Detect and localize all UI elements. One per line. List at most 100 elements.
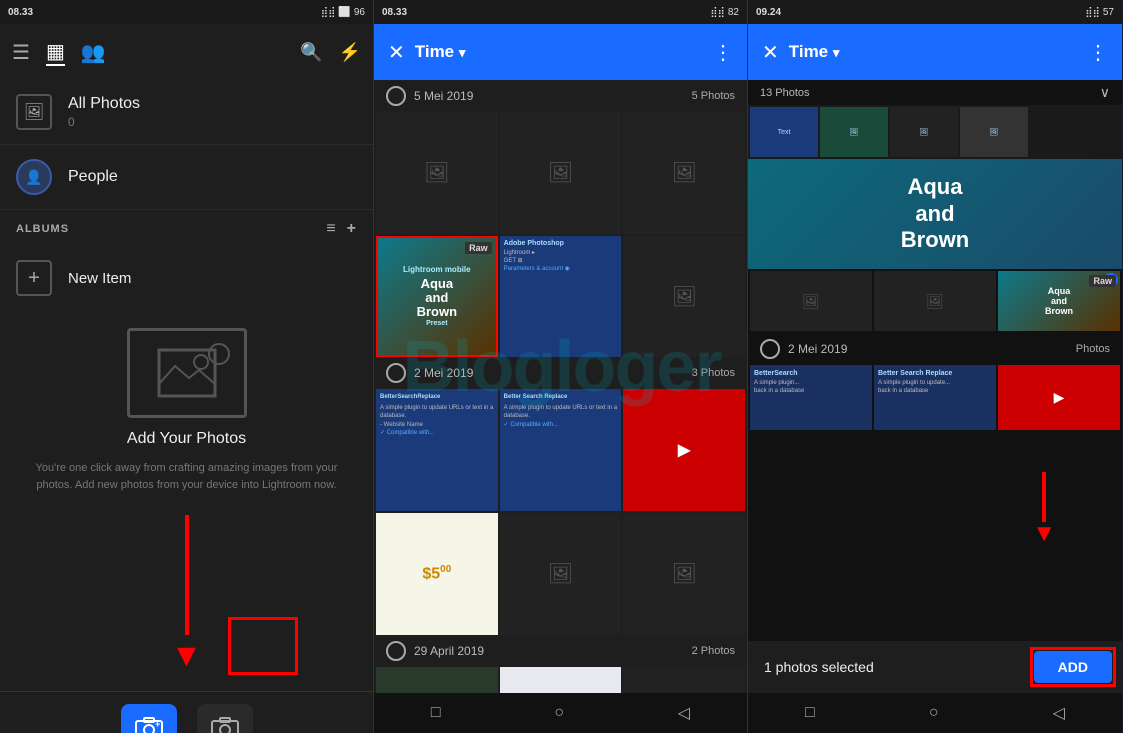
red-box-add: ADD — [1030, 647, 1116, 687]
section-5mei: 5 Mei 2019 5 Photos — [374, 80, 747, 112]
signal-icon-3: ⣾⣾ — [1085, 7, 1100, 18]
photo-cell-youtube[interactable]: ▶ — [623, 389, 745, 511]
thumb-2[interactable]: 🖼 — [820, 107, 888, 157]
panel-lightroom: 08.33 ⣾⣾ ⬜ 96 ☰ ▦ 👥 🔍 ⚡ 🖼 All Photos 0 👤… — [0, 0, 374, 733]
section-date-2mei-3: 2 Mei 2019 — [788, 342, 847, 356]
photo-cell-text3[interactable]: 🖼 — [623, 513, 745, 635]
back-nav-icon-2[interactable]: ◁ — [678, 703, 690, 723]
photo-grid-5mei: 🖼 🖼 🖼 Lightroom mobile AquaandBrown Pres… — [374, 112, 747, 357]
battery-1: 96 — [354, 7, 365, 18]
section-check-2mei[interactable] — [386, 363, 406, 383]
photo-cell-text2[interactable]: 🖼 — [500, 513, 622, 635]
bottom-grid-3: BetterSearch A simple plugin... back in … — [748, 365, 1122, 432]
photo-cell[interactable]: 🖼 — [376, 112, 498, 234]
close-button-3[interactable]: ✕ — [762, 40, 779, 65]
more-button-3[interactable]: ⋮ — [1088, 40, 1108, 65]
section-count-2mei: 3 Photos — [692, 367, 735, 379]
camera-button[interactable] — [197, 704, 253, 733]
thumb-1[interactable]: Text — [750, 107, 818, 157]
selection-bar: 1 photos selected ADD — [748, 641, 1122, 693]
thumb-3[interactable]: 🖼 — [890, 107, 958, 157]
photos-count-bar: 13 Photos ∨ — [748, 80, 1122, 105]
photos-nav-icon[interactable]: ▦ — [46, 39, 65, 66]
bg-cell-3[interactable]: ▶ — [998, 365, 1120, 430]
section-count-5mei: 5 Photos — [692, 90, 735, 102]
all-photos-label: All Photos — [68, 95, 140, 113]
all-photos-icon: 🖼 — [16, 94, 52, 130]
thumb-4[interactable]: 🖼 — [960, 107, 1028, 157]
blue-header-3: ✕ Time ▾ ⋮ — [748, 24, 1122, 80]
section-2mei: 2 Mei 2019 3 Photos — [374, 357, 747, 389]
time-1: 08.33 — [8, 7, 33, 18]
sort-icon[interactable]: ≡ — [326, 220, 336, 238]
photos-count: 13 Photos — [760, 87, 810, 99]
thumb-r2-1[interactable]: 🖼 — [750, 271, 872, 331]
people-nav-icon[interactable]: 👥 — [81, 40, 106, 65]
status-bar-1: 08.33 ⣾⣾ ⬜ 96 — [0, 0, 373, 24]
thumb-r2-2[interactable]: 🖼 — [874, 271, 996, 331]
bottom-nav-3: □ ○ ◁ — [748, 693, 1122, 733]
panel-time: 08.33 ⣾⣾ 82 ✕ Time ▾ ⋮ 5 Mei 2019 5 Phot… — [374, 0, 748, 733]
raw-badge-3: Raw — [1089, 275, 1116, 287]
all-photos-count: 0 — [68, 115, 140, 129]
landscape-icon — [157, 348, 217, 398]
empty-title: Add Your Photos — [127, 430, 246, 448]
more-button-2[interactable]: ⋮ — [713, 40, 733, 65]
circle-nav-icon-3[interactable]: ○ — [929, 704, 939, 722]
all-photos-item[interactable]: 🖼 All Photos 0 — [0, 80, 373, 145]
photo-cell[interactable]: 🖼 — [623, 112, 745, 234]
battery-3: 57 — [1103, 7, 1114, 18]
new-item-label: New Item — [68, 270, 131, 287]
section-date-2mei: 2 Mei 2019 — [414, 366, 473, 380]
photo-cell-dark[interactable]: 🖼 — [623, 236, 745, 358]
photo-cell-form[interactable]: Better Search Replace A simple plugin to… — [500, 389, 622, 511]
close-button-2[interactable]: ✕ — [388, 40, 405, 65]
status-icons-3: ⣾⣾ 57 — [1085, 7, 1114, 18]
selection-count: 1 photos selected — [764, 659, 1016, 675]
status-icons-1: ⣾⣾ ⬜ 96 — [321, 7, 365, 18]
add-photos-icon: + — [135, 717, 163, 733]
menu-icon[interactable]: ☰ — [12, 40, 30, 65]
circle-nav-icon-2[interactable]: ○ — [554, 704, 564, 722]
people-icon: 👤 — [16, 159, 52, 195]
photo-cell-empty[interactable]: 🖼 — [623, 667, 745, 693]
new-item[interactable]: + New Item — [0, 248, 373, 308]
thumb-row-2: 🖼 🖼 AquaandBrown ✓ Raw — [748, 269, 1122, 333]
bg-cell-1[interactable]: BetterSearch A simple plugin... back in … — [750, 365, 872, 430]
people-label: People — [68, 168, 118, 186]
section-check-2mei-3[interactable] — [760, 339, 780, 359]
search-nav-icon[interactable]: 🔍 — [300, 42, 322, 63]
svg-text:+: + — [155, 719, 160, 729]
section-check-5mei[interactable] — [386, 86, 406, 106]
people-item[interactable]: 👤 People — [0, 145, 373, 210]
new-item-plus-icon: + — [16, 260, 52, 296]
albums-header: ALBUMS ≡ + — [0, 210, 373, 248]
raw-badge: Raw — [465, 242, 492, 254]
expand-icon[interactable]: ∨ — [1100, 84, 1110, 101]
section-check-29apr[interactable] — [386, 641, 406, 661]
photo-cell-aqua[interactable]: Lightroom mobile AquaandBrown Preset Raw — [376, 236, 498, 358]
battery-2: 82 — [728, 7, 739, 18]
camera-icon — [211, 717, 239, 733]
photo-cell[interactable]: 🖼 — [500, 112, 622, 234]
red-arrow-shaft-1 — [185, 515, 189, 635]
ocean-image[interactable]: AquaandBrown — [748, 159, 1122, 269]
add-photos-button[interactable]: + — [121, 704, 177, 733]
bg-cell-2[interactable]: Better Search Replace A simple plugin to… — [874, 365, 996, 430]
photo-cell-text[interactable]: BetterSearchReplace A simple plugin to u… — [376, 389, 498, 511]
photo-cell-number[interactable]: 87 — [500, 667, 622, 693]
photo-cell-camera[interactable]: 📷 — [376, 667, 498, 693]
photo-cell-blue[interactable]: Adobe Photoshop Lightroom ▸ GET ⊞ Parame… — [500, 236, 622, 358]
thumb-r2-3[interactable]: AquaandBrown ✓ Raw — [998, 271, 1120, 331]
photo-cell-price[interactable]: $500 — [376, 513, 498, 635]
section-count-29apr: 2 Photos — [692, 645, 735, 657]
time-3: 09.24 — [756, 7, 781, 18]
home-nav-icon-3[interactable]: □ — [805, 704, 815, 722]
add-button[interactable]: ADD — [1034, 651, 1112, 683]
sync-nav-icon[interactable]: ⚡ — [339, 42, 361, 63]
add-album-icon[interactable]: + — [347, 220, 357, 238]
home-nav-icon-2[interactable]: □ — [431, 704, 441, 722]
bottom-actions-1: + — [0, 691, 373, 733]
back-nav-icon-3[interactable]: ◁ — [1053, 703, 1065, 723]
blue-header-2: ✕ Time ▾ ⋮ — [374, 24, 747, 80]
